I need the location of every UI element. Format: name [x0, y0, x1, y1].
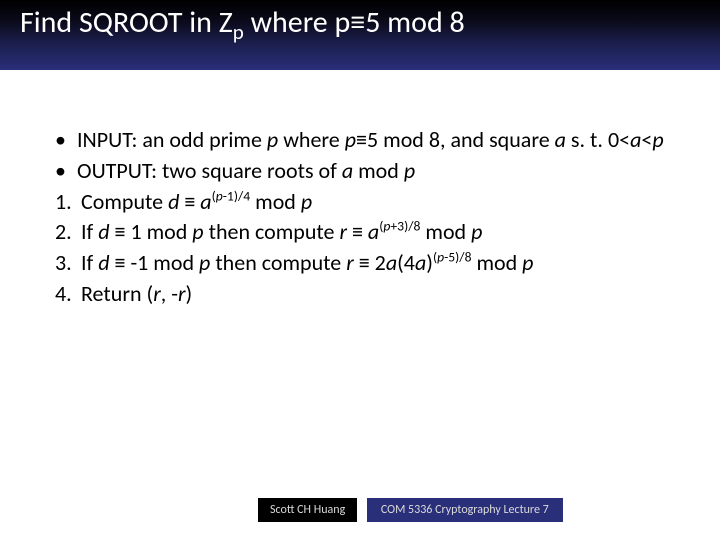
step-marker: 1.	[55, 187, 81, 218]
step-text: Return (r, -r)	[81, 279, 690, 310]
step-1: 1. Compute d ≡ a(p-1)/4 mod p	[55, 187, 690, 218]
slide-footer: Scott CH Huang COM 5336 Cryptography Lec…	[0, 498, 720, 522]
bullet-output: • OUTPUT: two square roots of a mod p	[55, 156, 690, 187]
bullet-marker: •	[55, 156, 77, 187]
step-text: Compute d ≡ a(p-1)/4 mod p	[81, 187, 690, 218]
footer-course: COM 5336 Cryptography Lecture 7	[367, 498, 563, 522]
step-marker: 4.	[55, 279, 81, 310]
bullet-input: • INPUT: an odd prime p where p≡5 mod 8,…	[55, 125, 690, 156]
step-marker: 3.	[55, 248, 81, 279]
step-3: 3. If d ≡ -1 mod p then compute r ≡ 2a(4…	[55, 248, 690, 279]
title-bar: Find SQROOT in Zp where p≡5 mod 8	[0, 0, 720, 70]
step-2: 2. If d ≡ 1 mod p then compute r ≡ a(p+3…	[55, 217, 690, 248]
step-text: If d ≡ 1 mod p then compute r ≡ a(p+3)/8…	[81, 217, 690, 248]
slide: Find SQROOT in Zp where p≡5 mod 8 • INPU…	[0, 0, 720, 540]
step-marker: 2.	[55, 217, 81, 248]
bullet-text: INPUT: an odd prime p where p≡5 mod 8, a…	[77, 125, 690, 156]
bullet-marker: •	[55, 125, 77, 156]
slide-content: • INPUT: an odd prime p where p≡5 mod 8,…	[0, 70, 720, 310]
step-text: If d ≡ -1 mod p then compute r ≡ 2a(4a)(…	[81, 248, 690, 279]
slide-title: Find SQROOT in Zp where p≡5 mod 8	[20, 6, 700, 44]
bullet-text: OUTPUT: two square roots of a mod p	[77, 156, 690, 187]
footer-author: Scott CH Huang	[258, 498, 357, 522]
step-4: 4. Return (r, -r)	[55, 279, 690, 310]
